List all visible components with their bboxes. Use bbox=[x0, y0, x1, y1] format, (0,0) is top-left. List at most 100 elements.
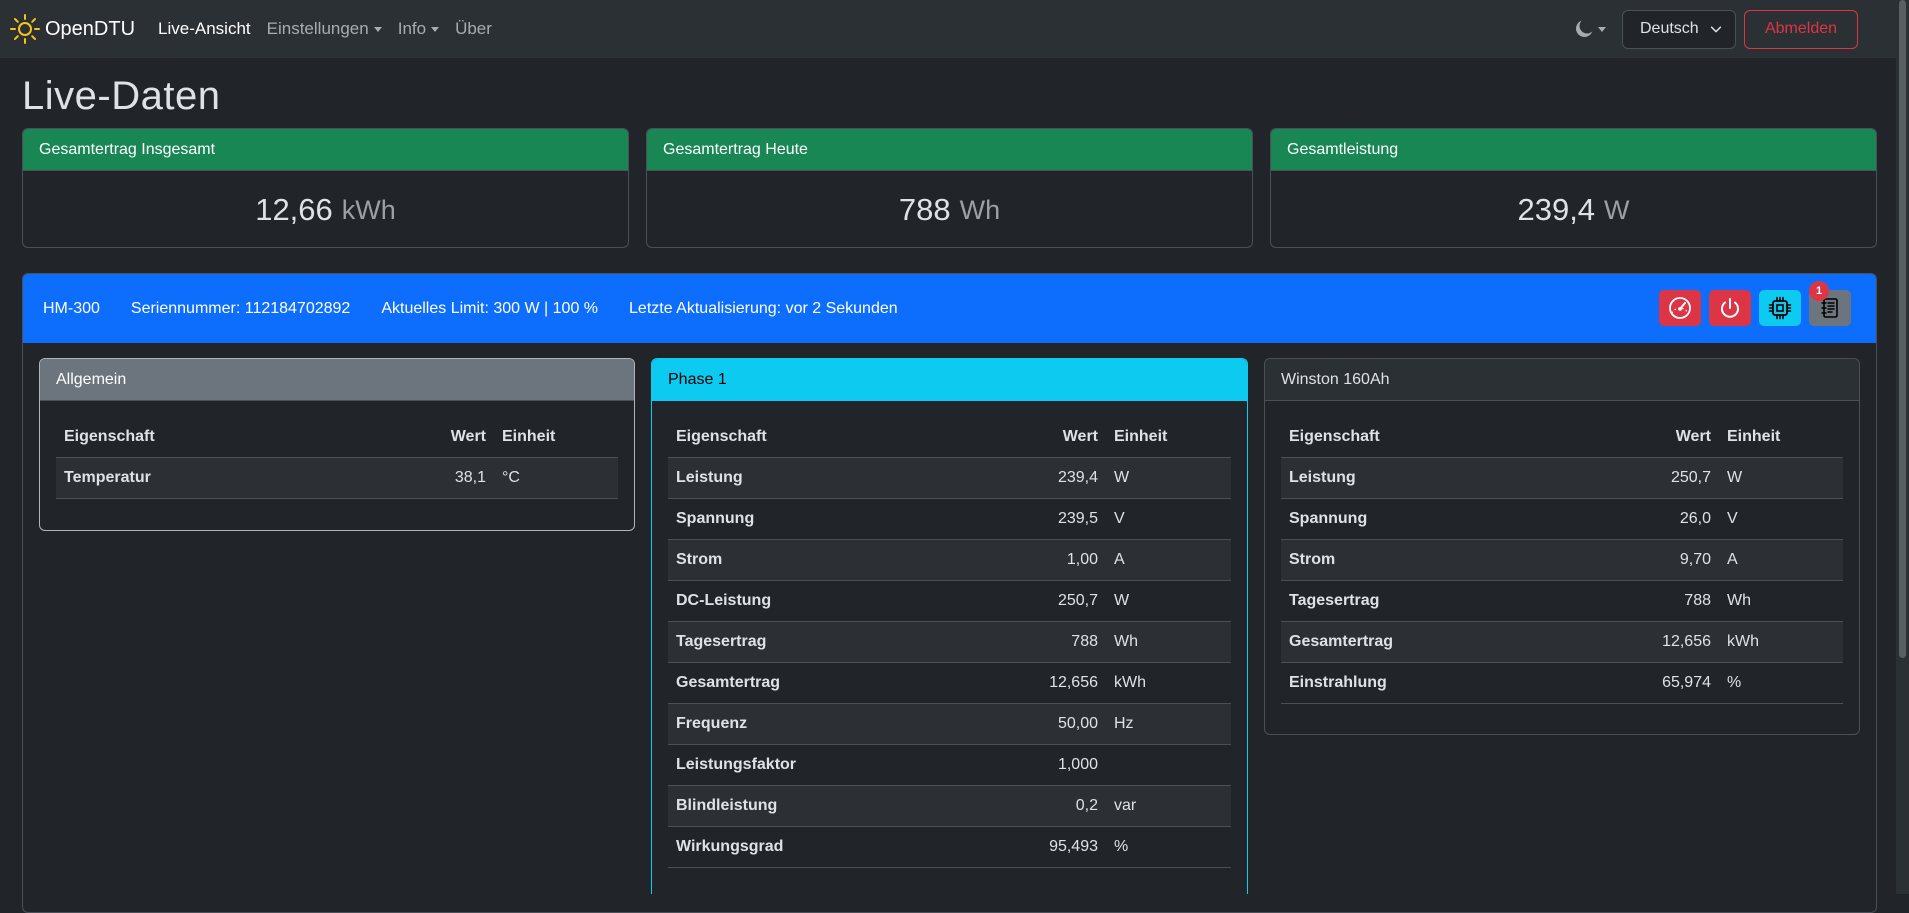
property-name: Einstrahlung bbox=[1281, 662, 1561, 704]
data-table: Eigenschaft Wert Einheit Leistung 239,4 W … bbox=[668, 417, 1231, 868]
table-row: Leistung 239,4 W bbox=[668, 457, 1231, 499]
summary-unit: Wh bbox=[959, 194, 1001, 225]
speedometer-icon bbox=[1669, 297, 1691, 319]
device-info-button[interactable] bbox=[1759, 290, 1801, 326]
card-body: 788 Wh bbox=[647, 171, 1252, 247]
property-unit: Hz bbox=[1106, 703, 1231, 745]
card-header: Gesamtleistung bbox=[1271, 129, 1876, 171]
col-header: Wert bbox=[948, 417, 1106, 458]
property-unit: kWh bbox=[1719, 621, 1843, 663]
summary-cards: Gesamtertrag Insgesamt 12,66 kWh Gesamte… bbox=[22, 128, 1877, 248]
summary-card-today-yield: Gesamtertrag Heute 788 Wh bbox=[646, 128, 1253, 248]
summary-unit: kWh bbox=[341, 194, 396, 225]
card-header: Gesamtertrag Heute bbox=[647, 129, 1252, 171]
table-row: DC-Leistung 250,7 W bbox=[668, 580, 1231, 622]
table-row: Blindleistung 0,2 var bbox=[668, 785, 1231, 827]
data-table: Eigenschaft Wert Einheit Leistung 250,7 W … bbox=[1281, 417, 1843, 704]
data-table: Eigenschaft Wert Einheit Temperatur 38,1… bbox=[56, 417, 618, 499]
summary-unit: W bbox=[1604, 194, 1630, 225]
scrollbar-thumb[interactable] bbox=[1899, 0, 1906, 658]
summary-card-total-power: Gesamtleistung 239,4 W bbox=[1270, 128, 1877, 248]
property-value: 0,2 bbox=[948, 785, 1106, 827]
property-unit: °C bbox=[494, 457, 618, 499]
inverter-header: HM-300 Seriennummer: 112184702892 Aktuel… bbox=[23, 274, 1876, 343]
property-unit: V bbox=[1106, 498, 1231, 540]
nav-live-view-label: Live-Ansicht bbox=[158, 19, 251, 38]
event-log-button[interactable]: 1 bbox=[1809, 281, 1851, 326]
nav-info[interactable]: Info bbox=[398, 19, 440, 39]
property-unit: Wh bbox=[1719, 580, 1843, 622]
property-value: 50,00 bbox=[948, 703, 1106, 745]
col-header: Eigenschaft bbox=[668, 417, 948, 458]
property-name: Blindleistung bbox=[668, 785, 948, 827]
property-name: Strom bbox=[1281, 539, 1561, 581]
caret-down-icon bbox=[1598, 26, 1606, 32]
table-row: Tagesertrag 788 Wh bbox=[668, 621, 1231, 663]
property-name: DC-Leistung bbox=[668, 580, 948, 622]
table-row: Tagesertrag 788 Wh bbox=[1281, 580, 1843, 622]
scrollbar[interactable] bbox=[1896, 0, 1909, 894]
brand[interactable]: OpenDTU bbox=[9, 13, 135, 45]
property-unit: W bbox=[1106, 580, 1231, 622]
property-value: 1,00 bbox=[948, 539, 1106, 581]
power-control-button[interactable] bbox=[1709, 290, 1751, 326]
property-name: Frequenz bbox=[668, 703, 948, 745]
property-name: Leistung bbox=[668, 457, 948, 499]
sun-icon bbox=[10, 14, 40, 44]
col-header: Wert bbox=[1561, 417, 1719, 458]
summary-card-total-yield: Gesamtertrag Insgesamt 12,66 kWh bbox=[22, 128, 629, 248]
card-general: Allgemein Eigenschaft Wert Einheit Tempe… bbox=[39, 358, 635, 531]
property-unit: W bbox=[1106, 457, 1231, 499]
property-unit: A bbox=[1719, 539, 1843, 581]
table-row: Spannung 26,0 V bbox=[1281, 498, 1843, 540]
inverter-model: HM-300 bbox=[43, 299, 100, 317]
col-header: Wert bbox=[336, 417, 494, 458]
nav-about-label: Über bbox=[455, 19, 492, 38]
property-unit bbox=[1106, 744, 1231, 786]
property-value: 1,000 bbox=[948, 744, 1106, 786]
property-name: Spannung bbox=[1281, 498, 1561, 540]
col-header: Einheit bbox=[494, 417, 618, 458]
power-icon bbox=[1721, 298, 1739, 318]
property-name: Tagesertrag bbox=[668, 621, 948, 663]
property-name: Gesamtertrag bbox=[668, 662, 948, 704]
property-name: Tagesertrag bbox=[1281, 580, 1561, 622]
nav-about[interactable]: Über bbox=[455, 19, 492, 39]
table-row: Strom 1,00 A bbox=[668, 539, 1231, 581]
summary-value: 12,66 bbox=[255, 192, 333, 227]
nav-settings[interactable]: Einstellungen bbox=[267, 19, 382, 39]
property-value: 788 bbox=[948, 621, 1106, 663]
nav-settings-label: Einstellungen bbox=[266, 19, 369, 38]
property-value: 239,4 bbox=[948, 457, 1106, 499]
property-name: Spannung bbox=[668, 498, 948, 540]
language-value: Deutsch bbox=[1640, 20, 1699, 37]
nav-live-view[interactable]: Live-Ansicht bbox=[158, 19, 251, 39]
property-value: 12,656 bbox=[948, 662, 1106, 704]
col-header: Einheit bbox=[1106, 417, 1231, 458]
property-value: 9,70 bbox=[1561, 539, 1719, 581]
col-header: Eigenschaft bbox=[56, 417, 336, 458]
property-name: Strom bbox=[668, 539, 948, 581]
table-row: Spannung 239,5 V bbox=[668, 498, 1231, 540]
caret-down-icon bbox=[431, 26, 440, 32]
table-row: Leistungsfaktor 1,000 bbox=[668, 744, 1231, 786]
card-body: 239,4 W bbox=[1271, 171, 1876, 247]
page-title: Live-Daten bbox=[22, 74, 221, 118]
property-unit: W bbox=[1719, 457, 1843, 499]
card-header: Allgemein bbox=[40, 359, 634, 401]
navbar: OpenDTU Live-Ansicht Einstellungen Info … bbox=[0, 0, 1896, 58]
property-unit: % bbox=[1106, 826, 1231, 868]
card-body: 12,66 kWh bbox=[23, 171, 628, 247]
property-name: Leistungsfaktor bbox=[668, 744, 948, 786]
table-row: Wirkungsgrad 95,493% bbox=[668, 826, 1231, 868]
card-header: Winston 160Ah bbox=[1265, 359, 1859, 401]
property-value: 239,5 bbox=[948, 498, 1106, 540]
property-name: Wirkungsgrad bbox=[668, 826, 948, 868]
limit-settings-button[interactable] bbox=[1659, 290, 1701, 326]
language-select[interactable]: Deutsch bbox=[1622, 9, 1736, 49]
card-winston-160ah: Winston 160Ah Eigenschaft Wert Einheit L… bbox=[1264, 358, 1860, 735]
table-row: Gesamtertrag 12,656 kWh bbox=[668, 662, 1231, 704]
table-header-row: Eigenschaft Wert Einheit bbox=[668, 417, 1231, 458]
logout-button[interactable]: Abmelden bbox=[1744, 9, 1858, 49]
theme-toggle[interactable] bbox=[1575, 20, 1606, 38]
